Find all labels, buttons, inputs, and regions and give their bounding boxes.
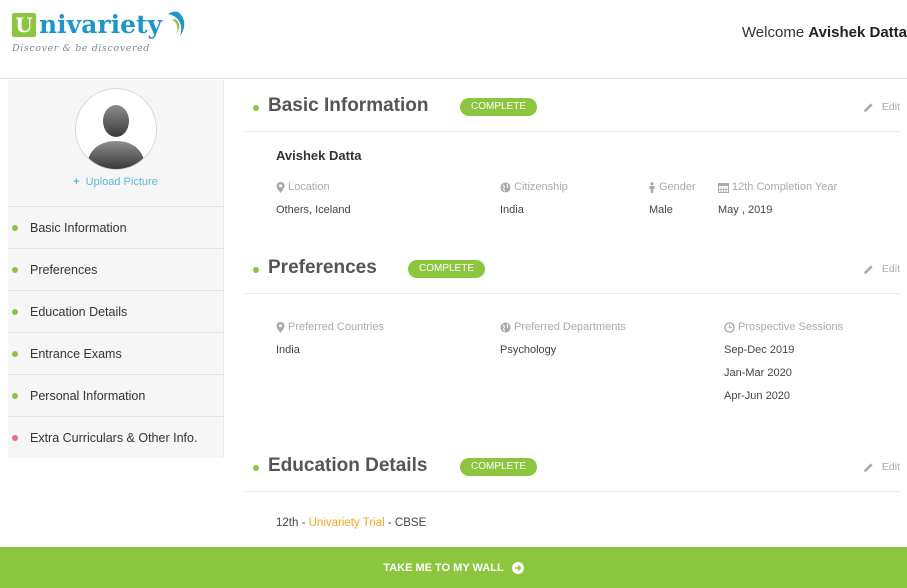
education-level: 12th — [276, 517, 299, 529]
sidebar-item-entrance-exams[interactable]: Entrance Exams — [8, 332, 223, 374]
field-label: Prospective Sessions — [738, 321, 844, 333]
education-details-header: Education Details COMPLETE Edit — [245, 447, 900, 492]
top-header: U nivariety Discover & be discovered Wel… — [0, 0, 907, 79]
globe-icon — [500, 322, 511, 332]
pencil-icon — [863, 102, 873, 112]
citizenship-value: India — [500, 204, 524, 216]
clock-icon — [724, 321, 735, 333]
session-value: Jan-Mar 2020 — [724, 367, 792, 379]
status-dot-icon — [12, 308, 18, 315]
session-value: Sep-Dec 2019 — [724, 344, 795, 356]
student-name: Avishek Datta — [276, 148, 362, 163]
status-dot-icon — [12, 224, 18, 231]
gender-label: Gender — [648, 181, 696, 193]
preferred-departments-label: Preferred Departments — [500, 321, 626, 333]
sidebar-item-label: Basic Information — [30, 220, 127, 235]
edit-label: Edit — [881, 101, 900, 113]
location-value: Others, Iceland — [276, 204, 351, 216]
calendar-icon — [718, 182, 729, 193]
completion-year-label: 12th Completion Year — [718, 181, 837, 193]
education-row: 12th - Univariety Trial - CBSE — [276, 517, 426, 529]
sidebar-item-label: Personal Information — [30, 388, 146, 403]
section-title: Basic Information — [268, 95, 429, 116]
field-label: Citizenship — [514, 181, 568, 193]
sidebar-item-label: Education Details — [30, 304, 128, 319]
user-silhouette-icon — [86, 105, 146, 169]
map-marker-icon — [276, 181, 285, 193]
preferred-country-value: India — [276, 344, 300, 356]
sidebar-item-label: Extra Curriculars & Other Info. — [30, 430, 198, 445]
sidebar-item-extra-curriculars[interactable]: Extra Curriculars & Other Info. — [8, 416, 223, 458]
sidebar-nav: Basic Information Preferences Education … — [8, 206, 223, 458]
cta-label: TAKE ME TO MY WALL — [383, 561, 504, 574]
edit-label: Edit — [881, 461, 900, 473]
preferred-countries-label: Preferred Countries — [276, 321, 384, 333]
completion-year-value: May , 2019 — [718, 204, 773, 216]
logo-initial: U — [12, 13, 36, 37]
pencil-icon — [863, 264, 873, 274]
logo-tagline: Discover & be discovered — [12, 43, 150, 54]
complete-badge: COMPLETE — [408, 260, 486, 278]
separator: - — [298, 517, 309, 529]
field-label: Location — [288, 181, 330, 193]
profile-sidebar: + Upload Picture Basic Information Prefer… — [8, 80, 224, 458]
basic-information-header: Basic Information COMPLETE Edit — [245, 87, 900, 132]
edit-button[interactable]: Edit — [863, 263, 900, 275]
field-label: Gender — [659, 181, 696, 193]
take-me-to-my-wall-button[interactable]: TAKE ME TO MY WALL — [0, 547, 907, 588]
upload-picture-link[interactable]: + Upload Picture — [8, 176, 223, 188]
citizenship-label: Citizenship — [500, 181, 568, 193]
sidebar-item-education-details[interactable]: Education Details — [8, 290, 223, 332]
upload-picture-label: Upload Picture — [85, 176, 158, 188]
map-marker-icon — [276, 321, 285, 333]
field-label: Preferred Countries — [288, 321, 384, 333]
avatar[interactable] — [75, 88, 157, 170]
person-icon — [649, 181, 655, 193]
edit-button[interactable]: Edit — [863, 101, 900, 113]
univariety-logo[interactable]: U nivariety Discover & be discovered — [12, 10, 190, 54]
session-value: Apr-Jun 2020 — [724, 390, 791, 402]
location-label: Location — [276, 181, 330, 193]
globe-icon — [500, 182, 511, 192]
edit-label: Edit — [881, 263, 900, 275]
status-dot-icon — [253, 105, 259, 111]
prospective-sessions-label: Prospective Sessions — [724, 321, 843, 333]
preferred-department-value: Psychology — [500, 344, 557, 356]
field-label: 12th Completion Year — [732, 181, 838, 193]
logo-wordmark: nivariety — [39, 10, 163, 39]
school-link[interactable]: Univariety Trial — [309, 517, 385, 529]
status-dot-icon — [12, 350, 18, 357]
field-label: Preferred Departments — [514, 321, 626, 333]
status-dot-icon — [12, 434, 18, 441]
status-dot-icon — [253, 267, 259, 273]
separator: - — [384, 517, 395, 529]
plus-icon: + — [73, 176, 80, 188]
arrow-right-icon — [511, 561, 524, 574]
gender-value: Male — [649, 204, 673, 216]
preferences-header: Preferences COMPLETE Edit — [245, 249, 900, 294]
education-board: CBSE — [394, 517, 427, 529]
sidebar-item-personal-information[interactable]: Personal Information — [8, 374, 223, 416]
sidebar-item-label: Entrance Exams — [30, 346, 122, 361]
complete-badge: COMPLETE — [460, 458, 538, 476]
bird-icon — [168, 11, 185, 36]
sidebar-item-basic-information[interactable]: Basic Information — [8, 206, 223, 248]
pencil-icon — [863, 462, 873, 472]
welcome-prefix: Welcome — [741, 24, 805, 41]
sidebar-item-label: Preferences — [30, 262, 98, 277]
status-dot-icon — [12, 392, 18, 399]
section-title: Education Details — [268, 455, 428, 476]
edit-button[interactable]: Edit — [863, 461, 900, 473]
status-dot-icon — [253, 465, 259, 471]
status-dot-icon — [12, 266, 18, 273]
section-title: Preferences — [268, 257, 377, 278]
sidebar-item-preferences[interactable]: Preferences — [8, 248, 223, 290]
complete-badge: COMPLETE — [460, 98, 538, 116]
welcome-user-name[interactable]: Avishek Datta — [808, 24, 907, 41]
welcome-message: Welcome Avishek Datta — [742, 24, 907, 41]
